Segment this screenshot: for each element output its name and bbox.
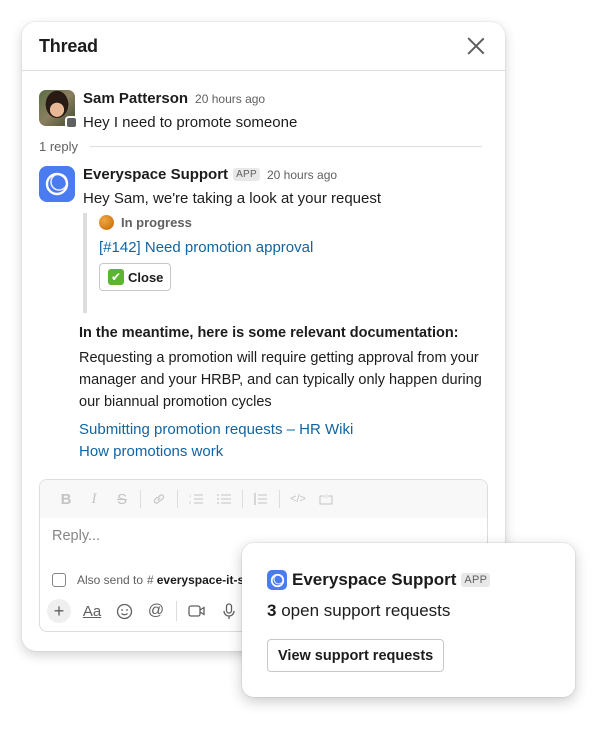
docs-link-how-promotions-work[interactable]: How promotions work — [79, 441, 489, 463]
app-badge: APP — [233, 168, 260, 181]
message-text: Hey Sam, we're taking a look at your req… — [83, 190, 382, 207]
strikethrough-icon[interactable]: S — [108, 485, 136, 513]
open-requests-label: open support requests — [281, 601, 451, 620]
emoji-icon[interactable] — [110, 597, 138, 625]
message-text: Hey I need to promote someone — [83, 114, 298, 131]
presence-away-icon — [65, 116, 78, 129]
docs-heading: In the meantime, here is some relevant d… — [79, 325, 459, 341]
svg-text:</>: </> — [323, 494, 330, 500]
thread-header: Thread — [22, 22, 505, 71]
bulleted-list-icon[interactable] — [210, 485, 238, 513]
ticket-link[interactable]: [#142] Need promotion approval — [99, 239, 313, 256]
blockquote-icon[interactable] — [247, 485, 275, 513]
app-badge: APP — [461, 573, 491, 587]
toolbar-divider — [177, 490, 178, 508]
everyspace-logo-icon — [267, 570, 287, 590]
channel-label: everyspace-it-s — [156, 573, 245, 587]
sender-name[interactable]: Everyspace Support — [83, 166, 228, 183]
also-send-checkbox[interactable] — [52, 573, 66, 587]
open-requests-count: 3 — [267, 601, 277, 620]
docs-link-hr-wiki[interactable]: Submitting promotion requests – HR Wiki — [79, 419, 489, 441]
card-header: Everyspace Support APP — [267, 570, 491, 590]
status-label: In progress — [121, 215, 192, 230]
toolbar-divider — [140, 490, 141, 508]
check-mark-icon: ✔ — [108, 269, 124, 285]
toolbar-divider — [176, 601, 177, 621]
sender-name[interactable]: Sam Patterson — [83, 90, 188, 107]
microphone-icon[interactable] — [215, 597, 243, 625]
app-name: Everyspace Support — [292, 570, 457, 589]
reply-message: Everyspace Support APP 20 hours ago Hey … — [39, 166, 381, 210]
support-requests-card: Everyspace Support APP 3 open support re… — [242, 543, 575, 697]
toolbar-divider — [279, 490, 280, 508]
orange-circle-icon — [99, 215, 114, 230]
parent-message: Sam Patterson 20 hours ago Hey I need to… — [39, 90, 297, 134]
mention-icon[interactable]: @ — [142, 597, 170, 625]
ticket-attachment: In progress [#142] Need promotion approv… — [83, 213, 313, 313]
documentation-section: In the meantime, here is some relevant d… — [79, 322, 489, 463]
view-support-requests-button[interactable]: View support requests — [267, 639, 445, 672]
code-icon[interactable]: </> — [284, 485, 312, 513]
avatar[interactable] — [39, 90, 78, 129]
hash-icon: # — [147, 573, 154, 587]
composer-toolbar: + Aa @ — [47, 597, 247, 625]
reply-input[interactable] — [52, 528, 352, 544]
timestamp[interactable]: 20 hours ago — [195, 92, 265, 106]
close-ticket-button[interactable]: ✔ Close — [99, 263, 172, 291]
bold-icon[interactable]: B — [52, 485, 80, 513]
everyspace-logo-icon — [45, 172, 69, 196]
app-avatar[interactable] — [39, 166, 75, 202]
channel-name: # everyspace-it-s — [147, 573, 244, 587]
italic-icon[interactable]: I — [80, 485, 108, 513]
also-send-option: Also send to # everyspace-it-s — [52, 573, 244, 587]
divider-line — [90, 146, 482, 147]
reply-count: 1 reply — [39, 139, 79, 154]
svg-text:2: 2 — [189, 500, 192, 505]
thread-title: Thread — [39, 35, 98, 56]
toolbar-divider — [242, 490, 243, 508]
link-icon[interactable] — [145, 485, 173, 513]
code-block-icon[interactable]: </> — [312, 485, 340, 513]
reply-divider: 1 reply — [39, 139, 482, 154]
ordered-list-icon[interactable]: 12 — [182, 485, 210, 513]
plus-icon[interactable]: + — [47, 599, 71, 623]
text-format-icon[interactable]: Aa — [78, 597, 106, 625]
video-icon[interactable] — [183, 597, 211, 625]
svg-text:1: 1 — [189, 493, 192, 498]
status-row: In progress — [99, 215, 313, 230]
also-send-label: Also send to — [77, 573, 144, 587]
docs-text: Requesting a promotion will require gett… — [79, 350, 482, 410]
close-icon[interactable] — [467, 37, 485, 55]
close-ticket-label: Close — [128, 269, 164, 285]
formatting-toolbar: B I S 12 </> </> — [40, 480, 487, 518]
open-requests-summary: 3 open support requests — [267, 601, 450, 621]
timestamp[interactable]: 20 hours ago — [267, 168, 337, 182]
